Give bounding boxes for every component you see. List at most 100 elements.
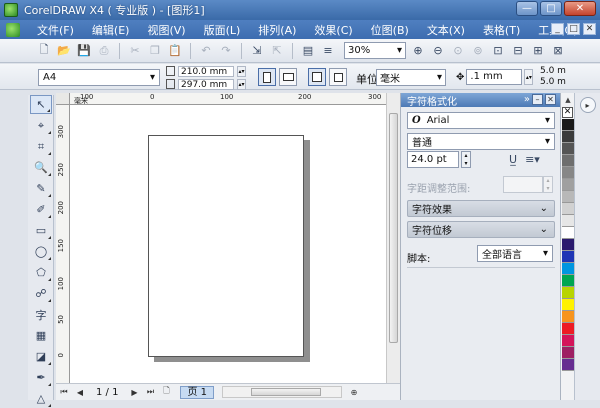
zoom-width-icon[interactable]: ⊟ bbox=[510, 43, 526, 59]
horizontal-scroll-thumb[interactable] bbox=[251, 388, 321, 396]
color-swatch[interactable] bbox=[562, 239, 574, 251]
menu-arrange[interactable]: 排列(A) bbox=[249, 22, 305, 38]
menu-bitmaps[interactable]: 位图(B) bbox=[362, 22, 418, 38]
document-menu-icon[interactable] bbox=[6, 22, 20, 37]
close-button[interactable]: ✕ bbox=[564, 1, 596, 16]
menu-layout[interactable]: 版面(L) bbox=[195, 22, 250, 38]
portrait-button[interactable] bbox=[258, 68, 276, 86]
width-spinner[interactable]: ▴▾ bbox=[237, 65, 246, 77]
zoom-page-icon[interactable]: ⊡ bbox=[490, 43, 506, 59]
pan-icon[interactable]: ⊠ bbox=[550, 43, 566, 59]
page-width-field[interactable]: 210.0 mm bbox=[178, 65, 234, 77]
vertical-scroll-thumb[interactable] bbox=[389, 113, 398, 343]
font-list-select[interactable]: O Arial ▾ bbox=[407, 112, 555, 129]
export-icon[interactable]: ⇱ bbox=[269, 43, 285, 59]
underline-icon[interactable]: U̲ bbox=[509, 153, 517, 166]
character-effects-section[interactable]: 字符效果 ⌄ bbox=[407, 200, 555, 217]
new-icon[interactable]: 🗋 bbox=[36, 43, 52, 59]
navigator-icon[interactable]: ⊕ bbox=[348, 386, 360, 398]
nudge-distance-field[interactable]: .1 mm bbox=[466, 69, 523, 85]
underline-options-icon[interactable]: ≡▾ bbox=[525, 153, 540, 166]
landscape-button[interactable] bbox=[279, 68, 297, 86]
doc-close-button[interactable]: ✕ bbox=[583, 23, 596, 35]
color-swatch[interactable] bbox=[562, 323, 574, 335]
expand-icon[interactable]: » bbox=[524, 94, 530, 105]
redo-icon[interactable]: ↷ bbox=[218, 43, 234, 59]
zoom-in-icon[interactable]: ⊕ bbox=[410, 43, 426, 59]
zoom-tool-icon[interactable]: 🔍 bbox=[30, 158, 52, 177]
script-select[interactable]: 全部语言 ▾ bbox=[477, 245, 553, 262]
import-icon[interactable]: ⇲ bbox=[249, 43, 265, 59]
font-size-field[interactable]: 24.0 pt bbox=[407, 151, 459, 168]
color-swatch[interactable] bbox=[562, 263, 574, 275]
zoom-out-icon[interactable]: ⊖ bbox=[430, 43, 446, 59]
smart-fill-tool-icon[interactable]: ✐ bbox=[30, 200, 52, 219]
add-page-icon[interactable]: 🗋 bbox=[160, 386, 172, 398]
polygon-tool-icon[interactable]: ⬠ bbox=[30, 263, 52, 282]
color-swatch[interactable] bbox=[562, 227, 574, 239]
font-size-spinner[interactable]: ▴ ▾ bbox=[461, 151, 471, 168]
freehand-tool-icon[interactable]: ✎ bbox=[30, 179, 52, 198]
color-swatch[interactable] bbox=[562, 179, 574, 191]
color-swatch[interactable] bbox=[562, 359, 574, 371]
docker-minimize-button[interactable]: – bbox=[532, 94, 543, 105]
next-page-icon[interactable]: ▶ bbox=[128, 386, 140, 398]
page-height-field[interactable]: 297.0 mm bbox=[178, 78, 234, 90]
copy-icon[interactable]: ❐ bbox=[147, 43, 163, 59]
current-page-button[interactable] bbox=[329, 68, 347, 86]
ellipse-tool-icon[interactable]: ◯ bbox=[30, 242, 52, 261]
zoom-height-icon[interactable]: ⊞ bbox=[530, 43, 546, 59]
color-swatch[interactable] bbox=[562, 215, 574, 227]
document-page[interactable] bbox=[148, 135, 304, 357]
save-icon[interactable]: 💾 bbox=[76, 43, 92, 59]
character-shift-section[interactable]: 字符位移 ⌄ bbox=[407, 221, 555, 238]
shape-tool-icon[interactable]: ⌖ bbox=[30, 116, 52, 135]
zoom-selected-icon[interactable]: ⊙ bbox=[450, 43, 466, 59]
first-page-icon[interactable]: ⏮ bbox=[58, 386, 70, 398]
print-icon[interactable]: ⎙ bbox=[96, 43, 112, 59]
menu-effects[interactable]: 效果(C) bbox=[305, 22, 361, 38]
cut-icon[interactable]: ✂ bbox=[127, 43, 143, 59]
rectangle-tool-icon[interactable]: ▭ bbox=[30, 221, 52, 240]
color-swatch[interactable] bbox=[562, 191, 574, 203]
no-color-swatch[interactable]: ✕ bbox=[562, 107, 573, 118]
color-swatch[interactable] bbox=[562, 347, 574, 359]
color-swatch[interactable] bbox=[562, 119, 574, 131]
zoom-levels-select[interactable]: 30% ▾ bbox=[344, 42, 406, 59]
pick-tool-icon[interactable]: ↖ bbox=[30, 95, 52, 114]
last-page-icon[interactable]: ⏭ bbox=[144, 386, 156, 398]
color-swatch[interactable] bbox=[562, 275, 574, 287]
paste-icon[interactable]: 📋 bbox=[167, 43, 183, 59]
prev-page-icon[interactable]: ◀ bbox=[74, 386, 86, 398]
doc-minimize-button[interactable]: _ bbox=[551, 23, 564, 35]
blend-tool-icon[interactable]: ◪ bbox=[30, 347, 52, 366]
crop-tool-icon[interactable]: ⌗ bbox=[30, 137, 52, 156]
menu-view[interactable]: 视图(V) bbox=[138, 22, 194, 38]
open-icon[interactable]: 📂 bbox=[56, 43, 72, 59]
units-select[interactable]: 毫米 ▾ bbox=[376, 69, 446, 86]
page-tab[interactable]: 页 1 bbox=[180, 385, 214, 399]
color-swatch[interactable] bbox=[562, 251, 574, 263]
vertical-ruler[interactable]: 300 250 200 150 100 50 0 bbox=[56, 105, 70, 385]
duplicate-x-field[interactable]: 5.0 m bbox=[540, 66, 566, 77]
height-spinner[interactable]: ▴▾ bbox=[237, 78, 246, 90]
welcome-icon[interactable]: ≡ bbox=[320, 43, 336, 59]
basic-shapes-tool-icon[interactable]: ☍ bbox=[30, 284, 52, 303]
menu-edit[interactable]: 编辑(E) bbox=[83, 22, 139, 38]
outline-tool-icon[interactable]: △ bbox=[30, 389, 52, 408]
drawing-canvas[interactable] bbox=[70, 105, 386, 383]
all-pages-button[interactable] bbox=[308, 68, 326, 86]
color-swatch[interactable] bbox=[562, 143, 574, 155]
color-swatch[interactable] bbox=[562, 311, 574, 323]
nudge-spinner[interactable]: ▴▾ bbox=[524, 69, 534, 85]
minimize-button[interactable]: — bbox=[516, 1, 538, 16]
menu-file[interactable]: 文件(F) bbox=[28, 22, 83, 38]
maximize-button[interactable]: □ bbox=[540, 1, 562, 16]
color-swatch[interactable] bbox=[562, 287, 574, 299]
doc-restore-button[interactable]: □ bbox=[567, 23, 580, 35]
text-tool-icon[interactable]: 字 bbox=[30, 305, 52, 324]
color-swatch[interactable] bbox=[562, 131, 574, 143]
ruler-origin[interactable] bbox=[56, 93, 70, 105]
horizontal-scrollbar[interactable] bbox=[222, 386, 342, 398]
color-swatch[interactable] bbox=[562, 335, 574, 347]
